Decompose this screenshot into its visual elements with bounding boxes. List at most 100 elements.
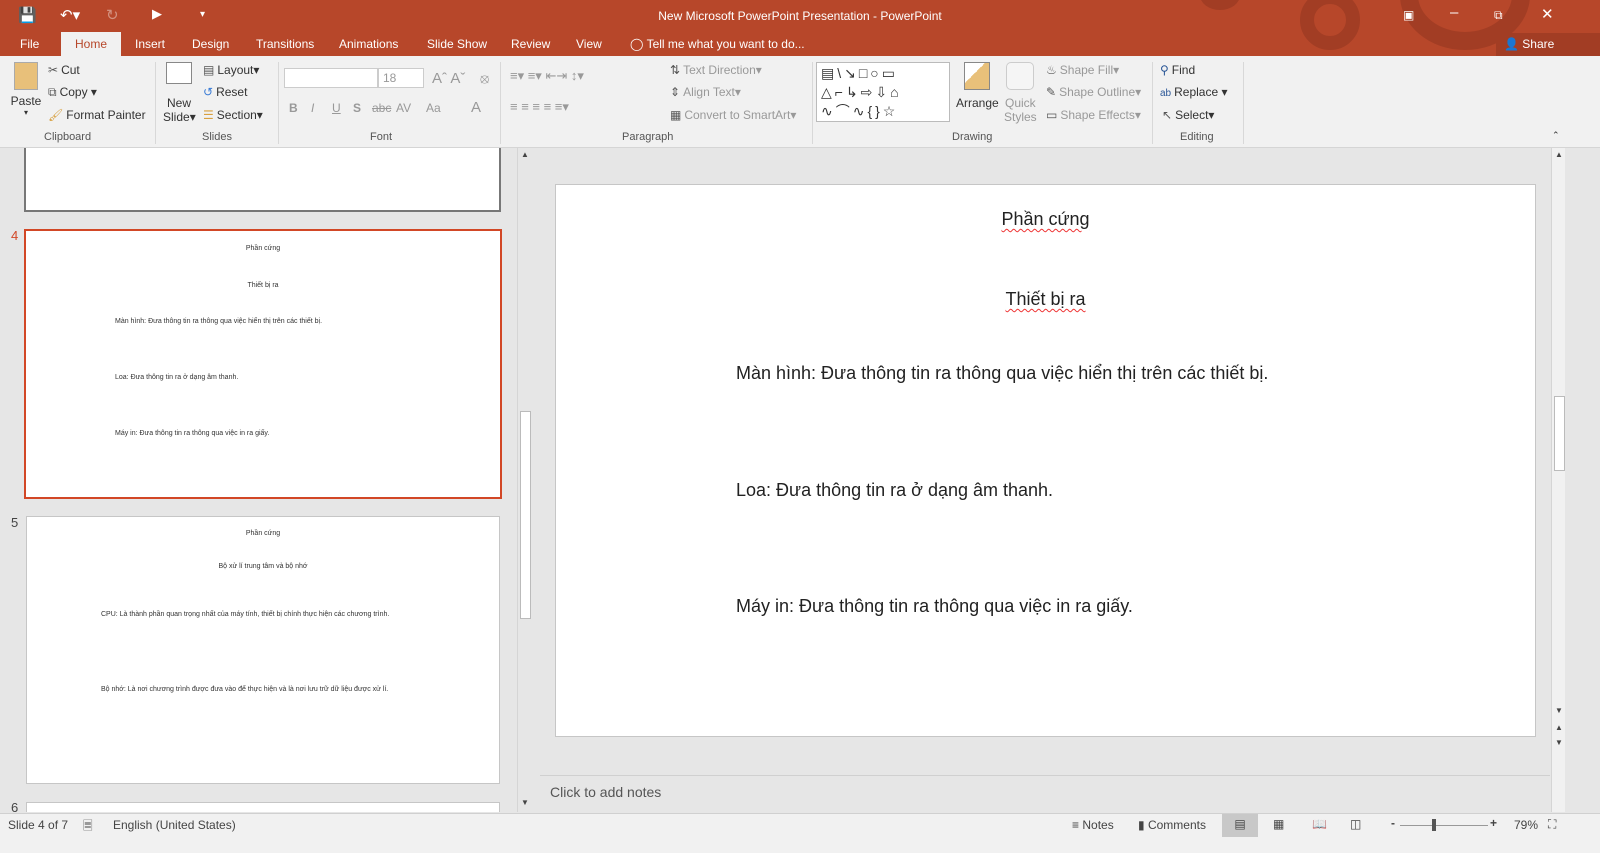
slide-sorter-button[interactable]: ▦ [1273, 817, 1284, 831]
shape-fill-button[interactable]: ♨ Shape Fill▾ [1046, 63, 1119, 77]
comments-button[interactable]: ▮ Comments [1138, 818, 1206, 832]
shapes-gallery[interactable]: ▤\↘□○▭ △⌐↳⇨⇩⌂ ∿⌒∿{}☆ [816, 62, 950, 122]
paste-button[interactable]: Paste ▾ [10, 62, 42, 117]
align-text-button[interactable]: ⇕ Align Text▾ [670, 85, 741, 99]
shape-effects-button[interactable]: ▭ Shape Effects▾ [1046, 108, 1141, 122]
scrollbar-thumb[interactable] [1554, 396, 1565, 471]
bold-button[interactable]: B [289, 101, 298, 115]
scroll-down-icon[interactable]: ▼ [521, 798, 529, 807]
reading-view-button[interactable]: 📖 [1312, 817, 1327, 831]
replace-icon: ab [1160, 88, 1172, 99]
collapse-ribbon-icon[interactable]: ⌃ [1552, 130, 1560, 141]
slide-counter: Slide 4 of 7 [8, 818, 69, 832]
tab-design[interactable]: Design [190, 32, 231, 56]
format-painter-button[interactable]: 🖌 Format Painter [48, 108, 146, 122]
copy-button[interactable]: ⧉ Copy ▾ [48, 85, 97, 100]
next-slide-icon[interactable]: ▼ [1555, 738, 1563, 747]
tab-slide-show[interactable]: Slide Show [425, 32, 489, 56]
tab-animations[interactable]: Animations [337, 32, 400, 56]
align-icons[interactable]: ≡ ≡ ≡ ≡ ≡▾ [510, 99, 569, 115]
char-spacing-button[interactable]: AV [396, 101, 411, 115]
bullets-icon[interactable]: ≡▾ ≡▾ ⇤⇥ ↕▾ [510, 68, 584, 84]
tell-me-search[interactable]: ◯ Tell me what you want to do... [628, 32, 807, 56]
find-button[interactable]: ⚲ Find [1160, 63, 1195, 77]
scrollbar-thumb[interactable] [520, 411, 531, 619]
italic-button[interactable]: I [311, 101, 314, 115]
slide-subtitle[interactable]: Thiết bị ra [1005, 289, 1085, 309]
minimize-button[interactable]: – [1450, 4, 1458, 21]
zoom-slider-thumb[interactable] [1431, 819, 1436, 831]
new-slide-button[interactable]: New Slide▾ [163, 62, 196, 124]
tab-home[interactable]: Home [61, 32, 122, 56]
reset-button[interactable]: ↺ Reset [203, 85, 247, 99]
notes-pane[interactable]: Click to add notes [540, 775, 1550, 812]
reset-label: Reset [216, 85, 248, 99]
tab-review[interactable]: Review [509, 32, 552, 56]
thumb-line: CPU: Là thành phần quan trọng nhất của m… [101, 611, 390, 618]
clear-formatting-icon[interactable]: ⦻ [480, 70, 489, 87]
text-direction-icon: ⇅ [670, 63, 681, 77]
format-painter-label: Format Painter [66, 108, 146, 122]
zoom-out-button[interactable]: - [1391, 816, 1395, 830]
scroll-down-icon[interactable]: ▼ [1555, 706, 1563, 715]
close-button[interactable]: ✕ [1541, 5, 1554, 23]
divider [1243, 62, 1244, 144]
smartart-button[interactable]: ▦ Convert to SmartArt▾ [670, 108, 796, 122]
slide-canvas[interactable]: Phần cứng Thiết bị ra Màn hình: Đưa thôn… [555, 184, 1536, 737]
tab-view[interactable]: View [574, 32, 604, 56]
zoom-level[interactable]: 79% [1514, 818, 1538, 832]
spell-check-icon[interactable]: 🗏 [83, 817, 93, 838]
slide-thumbnail-6[interactable] [26, 802, 500, 812]
layout-icon: ▤ [203, 63, 215, 77]
normal-view-button[interactable]: ▤ [1222, 814, 1258, 837]
font-size-input[interactable]: 18 [378, 68, 424, 88]
font-name-input[interactable] [284, 68, 378, 88]
slide-number: 5 [11, 515, 19, 530]
thumbnails-scrollbar[interactable]: ▲ ▼ [517, 148, 531, 812]
cut-button[interactable]: ✂ Cut [48, 63, 80, 77]
arrange-button[interactable]: Arrange [956, 62, 999, 110]
paintbrush-icon: 🖌 [48, 108, 64, 122]
restore-button[interactable]: ⧉ [1494, 8, 1503, 23]
shape-outline-button[interactable]: ✎ Shape Outline▾ [1046, 85, 1141, 99]
slide-body-line[interactable]: Màn hình: Đưa thông tin ra thông qua việ… [736, 363, 1268, 384]
underline-button[interactable]: U [332, 101, 341, 115]
text-direction-button[interactable]: ⇅ Text Direction▾ [670, 63, 762, 77]
section-button[interactable]: ☰ Section▾ [203, 108, 263, 122]
change-case-button[interactable]: Aa [426, 101, 441, 115]
thumb-line: Loa: Đưa thông tin ra ở dạng âm thanh. [115, 374, 239, 381]
thumb-line: Máy in: Đưa thông tin ra thông qua việc … [115, 430, 270, 437]
strikethrough-button[interactable]: abc [372, 101, 391, 115]
slide-body-line[interactable]: Máy in: Đưa thông tin ra thông qua việc … [736, 596, 1133, 617]
thumb-subtitle: Bộ xử lí trung tâm và bộ nhớ [218, 563, 308, 570]
shadow-button[interactable]: S [353, 101, 361, 115]
tab-file[interactable]: File [18, 32, 41, 56]
slide-scrollbar[interactable]: ▲ ▼ ▲ ▼ [1551, 148, 1565, 812]
layout-button[interactable]: ▤ Layout▾ [203, 63, 259, 77]
slide-thumbnail-3[interactable] [24, 148, 501, 212]
tab-insert[interactable]: Insert [133, 32, 167, 56]
shape-fill-label: Shape Fill [1059, 63, 1114, 77]
zoom-slider[interactable] [1400, 825, 1488, 826]
previous-slide-icon[interactable]: ▲ [1555, 723, 1563, 732]
slide-title[interactable]: Phần cứng [1001, 209, 1089, 229]
fit-to-window-icon[interactable]: ⛶ [1548, 817, 1556, 832]
section-icon: ☰ [203, 108, 214, 122]
language-indicator[interactable]: English (United States) [113, 818, 236, 832]
grow-font-icon[interactable]: Aˆ Aˇ [432, 70, 465, 87]
slide-body-line[interactable]: Loa: Đưa thông tin ra ở dạng âm thanh. [736, 480, 1053, 501]
ribbon-display-icon[interactable]: ▣ [1403, 8, 1414, 22]
quick-styles-button[interactable]: Quick Styles [1004, 62, 1037, 124]
replace-button[interactable]: ab Replace ▾ [1160, 85, 1228, 99]
share-button[interactable]: 👤 Share [1496, 33, 1600, 56]
slide-thumbnail-5[interactable]: Phần cứng Bộ xử lí trung tâm và bộ nhớ C… [26, 516, 500, 784]
font-color-button[interactable]: A [471, 99, 481, 116]
slide-thumbnail-4[interactable]: Phần cứng Thiết bị ra Màn hình: Đưa thôn… [24, 229, 502, 499]
zoom-in-button[interactable]: + [1490, 816, 1497, 830]
notes-button[interactable]: ≡ Notes [1072, 818, 1114, 832]
slideshow-view-button[interactable]: ◫ [1350, 817, 1361, 831]
scroll-up-icon[interactable]: ▲ [521, 150, 529, 159]
tab-transitions[interactable]: Transitions [254, 32, 316, 56]
scroll-up-icon[interactable]: ▲ [1555, 150, 1563, 159]
select-button[interactable]: ↖ Select▾ [1162, 108, 1214, 122]
